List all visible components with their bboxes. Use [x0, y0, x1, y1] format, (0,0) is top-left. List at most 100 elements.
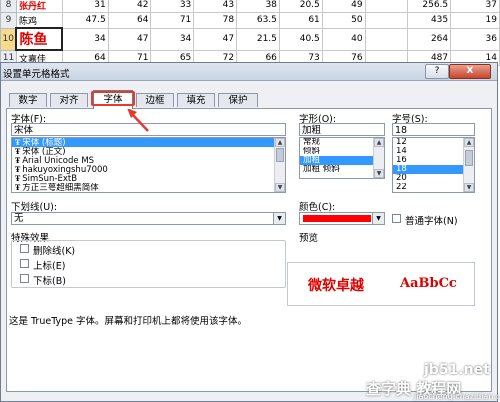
name-cell[interactable]: 张丹红 [15, 0, 63, 13]
font-item-label: 宋体 (正文) [22, 147, 66, 157]
font-list-item[interactable]: Ŧ SimSun-ExtB [12, 174, 285, 183]
table-cell[interactable]: 19 [450, 12, 500, 29]
strikethrough-label: 删除线(K) [33, 246, 76, 257]
table-cell[interactable]: 38 [236, 0, 280, 13]
size-item-label: 12 [396, 138, 407, 147]
table-cell[interactable] [364, 27, 409, 51]
font-name-input[interactable]: 宋体 [11, 123, 286, 136]
table-cell[interactable]: 256.5 [407, 0, 452, 13]
size-list-item[interactable]: 20 [393, 174, 474, 183]
table-cell[interactable]: 47.5 [61, 12, 109, 29]
tab-border[interactable]: 边框 [136, 93, 174, 107]
table-cell[interactable]: 36 [450, 27, 500, 51]
name-cell[interactable]: 陈鸡 [15, 12, 63, 29]
name-cell[interactable]: 陈鱼 [15, 27, 64, 51]
style-list-item[interactable]: 倾斜 [300, 147, 384, 156]
row-header[interactable]: 10 [0, 27, 17, 51]
scroll-up-icon[interactable]: ▲ [374, 138, 384, 147]
scroll-up-icon[interactable]: ▲ [275, 138, 285, 147]
scroll-up-icon[interactable]: ▲ [464, 138, 474, 147]
style-list-scrollbar[interactable]: ▲ ▼ [373, 138, 384, 178]
table-cell[interactable]: 64 [107, 12, 152, 29]
size-list-item[interactable]: 16 [393, 156, 474, 165]
table-cell[interactable]: 40 [321, 27, 366, 51]
scroll-thumb[interactable] [276, 148, 284, 162]
scroll-down-icon[interactable]: ▼ [275, 183, 285, 192]
row-header[interactable]: 9 [0, 12, 17, 29]
table-cell[interactable]: 71 [150, 12, 195, 29]
font-info-text: 这是 TrueType 字体。屏幕和打印机上都将使用该字体。 [9, 316, 248, 327]
table-cell[interactable]: 43 [193, 0, 238, 13]
style-item-label: 加粗 [303, 156, 321, 165]
tab-number[interactable]: 数字 [9, 93, 47, 107]
size-item-label: 22 [396, 183, 407, 192]
font-list-item[interactable]: Ŧ 方正三萼超细黑简体 [12, 183, 285, 192]
sheet-row: 8 张丹红 31 42 33 43 38 20.5 49 256.5 37 [0, 0, 500, 13]
size-list-item[interactable]: 12 [393, 138, 474, 147]
table-cell[interactable]: 61 [278, 12, 323, 29]
table-cell[interactable]: 40.5 [278, 27, 323, 51]
table-cell[interactable]: 37 [450, 0, 500, 13]
table-cell[interactable]: 34 [61, 27, 109, 51]
style-list-item[interactable]: 常规 [300, 138, 384, 147]
help-button[interactable]: ? [425, 64, 449, 79]
table-cell[interactable]: 31 [61, 0, 109, 13]
strikethrough-checkbox[interactable] [20, 244, 29, 253]
table-cell[interactable]: 63.5 [236, 12, 280, 29]
effects-group: 删除线(K) 上标(E) 下标(B) [11, 240, 286, 288]
normal-font-checkbox[interactable] [392, 214, 401, 223]
tab-alignment[interactable]: 对齐 [50, 93, 88, 107]
font-list-item[interactable]: Ŧ Arial Unicode MS [12, 156, 285, 165]
table-cell[interactable] [364, 12, 409, 29]
row-header[interactable]: 8 [0, 0, 17, 13]
superscript-checkbox[interactable] [20, 259, 29, 268]
table-cell[interactable]: 264 [407, 27, 452, 51]
font-list-item[interactable]: Ŧhakuyoxingshu7000 [12, 165, 285, 174]
table-cell[interactable]: 78 [193, 12, 238, 29]
table-cell[interactable]: 34 [150, 27, 195, 51]
font-size-input[interactable]: 18 [392, 123, 475, 136]
size-list-item[interactable]: 14 [393, 147, 474, 156]
size-item-label: 18 [396, 165, 407, 174]
table-cell[interactable]: 21.5 [236, 27, 280, 51]
chevron-down-icon[interactable]: ▼ [273, 213, 285, 224]
table-cell[interactable]: 47 [107, 27, 152, 51]
preview-label: 预览 [299, 233, 319, 244]
close-button[interactable]: X [449, 64, 491, 79]
scroll-down-icon[interactable]: ▼ [374, 169, 384, 178]
table-cell[interactable]: 50 [321, 12, 366, 29]
scroll-down-icon[interactable]: ▼ [464, 183, 474, 192]
underline-select[interactable]: 无 ▼ [11, 212, 286, 225]
tab-fill[interactable]: 填充 [177, 93, 215, 107]
font-list-scrollbar[interactable]: ▲ ▼ [274, 138, 285, 192]
underline-label: 下划线(U): [11, 202, 58, 213]
table-cell[interactable]: 42 [107, 0, 152, 13]
style-list-item[interactable]: 加粗 倾斜 [300, 165, 384, 174]
table-cell[interactable]: 435 [407, 12, 452, 29]
font-list-item[interactable]: Ŧ 宋体 (正文) [12, 147, 285, 156]
size-item-label: 16 [396, 156, 407, 165]
table-cell[interactable]: 20.5 [278, 0, 323, 13]
table-cell[interactable]: 47 [193, 27, 238, 51]
subscript-checkbox[interactable] [20, 274, 29, 283]
format-cells-dialog: 设置单元格格式 ? X 数字 对齐 字体 边框 填充 保护 字体(F): 宋体 … [0, 62, 498, 402]
tab-protection[interactable]: 保护 [218, 93, 258, 107]
style-list-item[interactable]: 加粗 [300, 156, 384, 165]
font-size-list[interactable]: 12 14 16 18 20 22 ▲ ▼ [392, 137, 475, 193]
table-cell[interactable]: 33 [150, 0, 195, 13]
font-style-list[interactable]: 常规 倾斜 加粗 加粗 倾斜 ▲ ▼ [299, 137, 385, 179]
sheet-row: 9 陈鸡 47.5 64 71 78 63.5 61 50 435 19 [0, 12, 500, 29]
color-select[interactable]: ▼ [299, 212, 385, 225]
style-item-label: 加粗 倾斜 [303, 165, 340, 174]
size-list-item[interactable]: 22 [393, 183, 474, 192]
font-list-item[interactable]: Ŧ 宋体 (标题) [12, 138, 285, 147]
size-list-item[interactable]: 18 [393, 165, 474, 174]
scroll-thumb[interactable] [465, 150, 473, 166]
size-list-scrollbar[interactable]: ▲ ▼ [463, 138, 474, 192]
truetype-icon: Ŧ [15, 183, 21, 192]
table-cell[interactable] [364, 0, 409, 13]
font-list[interactable]: Ŧ 宋体 (标题) Ŧ 宋体 (正文) Ŧ Arial Unicode MS Ŧhakuyo… [11, 137, 286, 193]
chevron-down-icon[interactable]: ▼ [372, 213, 384, 224]
font-style-input[interactable]: 加粗 [299, 123, 385, 136]
table-cell[interactable]: 49 [321, 0, 366, 13]
